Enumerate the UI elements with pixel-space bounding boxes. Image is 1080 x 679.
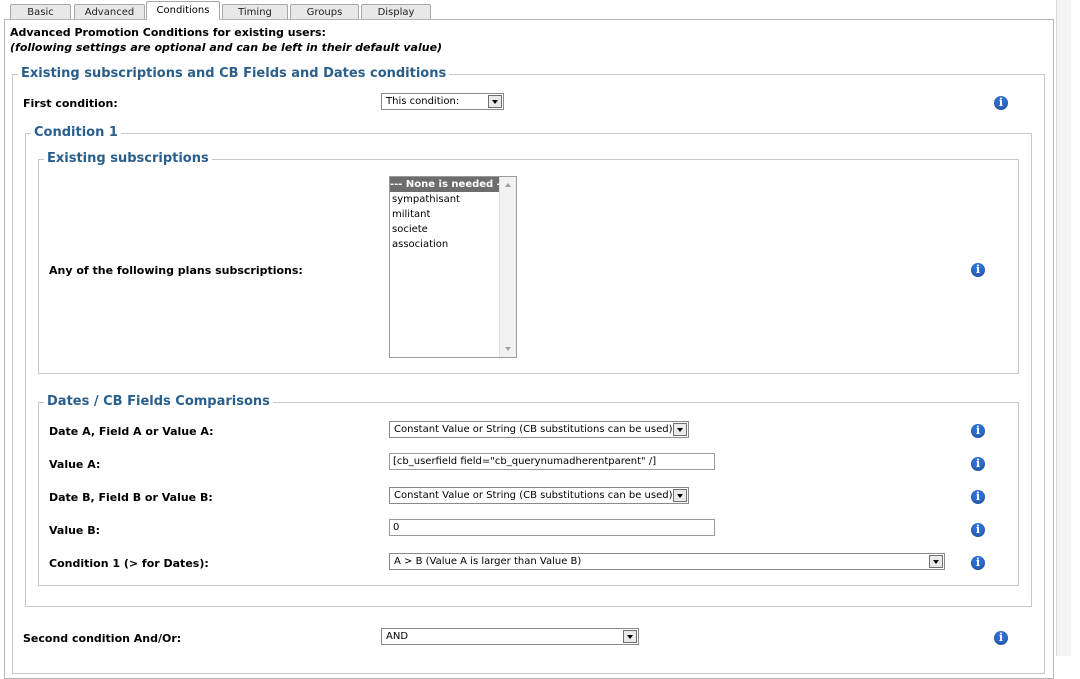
date-b-value: Constant Value or String (CB substitutio…	[394, 490, 673, 501]
info-icon[interactable]: i	[994, 96, 1008, 110]
tab-advanced[interactable]: Advanced	[74, 4, 145, 19]
value-b-input[interactable]: 0	[389, 519, 715, 536]
tab-conditions[interactable]: Conditions	[146, 1, 220, 20]
dates-comparisons-legend: Dates / CB Fields Comparisons	[44, 394, 273, 410]
second-condition-label: Second condition And/Or:	[23, 632, 182, 645]
value-a-label: Value A:	[49, 458, 101, 471]
tab-timing[interactable]: Timing	[222, 4, 288, 19]
tab-label: Basic	[27, 7, 54, 18]
value-b-label: Value B:	[49, 524, 101, 537]
info-icon[interactable]: i	[971, 490, 985, 504]
tab-label: Display	[377, 7, 415, 18]
date-a-value: Constant Value or String (CB substitutio…	[394, 424, 673, 435]
info-icon[interactable]: i	[971, 263, 985, 277]
tab-label: Advanced	[84, 7, 135, 18]
dropdown-arrow-icon[interactable]	[623, 630, 637, 643]
condition-operator-select[interactable]: A > B (Value A is larger than Value B)	[389, 553, 945, 570]
condition-operator-label: Condition 1 (> for Dates):	[49, 557, 209, 570]
list-item[interactable]: militant	[390, 207, 516, 222]
first-condition-label: First condition:	[23, 97, 118, 110]
scroll-down-arrow-icon[interactable]	[500, 345, 516, 353]
plans-subscriptions-label: Any of the following plans subscriptions…	[49, 264, 303, 277]
list-item[interactable]: societe	[390, 222, 516, 237]
date-b-label: Date B, Field B or Value B:	[49, 491, 213, 504]
list-item[interactable]: association	[390, 237, 516, 252]
intro-title: Advanced Promotion Conditions for existi…	[10, 26, 326, 39]
second-condition-value: AND	[386, 631, 409, 642]
plans-listbox[interactable]: --- None is needed --- sympathisant mili…	[389, 176, 517, 358]
tab-groups[interactable]: Groups	[290, 4, 359, 19]
tab-label: Timing	[238, 7, 272, 18]
condition-operator-value: A > B (Value A is larger than Value B)	[394, 556, 582, 567]
info-icon[interactable]: i	[971, 556, 985, 570]
existing-subscriptions-legend: Existing subscriptions	[44, 151, 212, 167]
dropdown-arrow-icon[interactable]	[673, 489, 687, 502]
date-b-select[interactable]: Constant Value or String (CB substitutio…	[389, 487, 689, 504]
info-icon[interactable]: i	[971, 457, 985, 471]
value-a-input[interactable]: [cb_userfield field="cb_querynumadherent…	[389, 453, 715, 470]
tab-basic[interactable]: Basic	[10, 4, 71, 19]
listbox-scrollbar[interactable]	[499, 177, 516, 357]
dropdown-arrow-icon[interactable]	[673, 423, 687, 436]
condition1-legend: Condition 1	[31, 125, 121, 141]
scroll-up-arrow-icon[interactable]	[500, 181, 516, 189]
info-icon[interactable]: i	[994, 631, 1008, 645]
list-item[interactable]: --- None is needed ---	[390, 177, 509, 192]
dropdown-arrow-icon[interactable]	[929, 555, 943, 568]
info-icon[interactable]: i	[971, 523, 985, 537]
page-scrollbar[interactable]	[1056, 0, 1071, 656]
value-a-text: [cb_userfield field="cb_querynumadherent…	[393, 456, 657, 467]
dropdown-arrow-icon[interactable]	[488, 95, 502, 108]
tab-display[interactable]: Display	[361, 4, 431, 19]
intro-note: (following settings are optional and can…	[10, 41, 443, 54]
conditions-legend: Existing subscriptions and CB Fields and…	[18, 66, 450, 82]
value-b-text: 0	[393, 522, 400, 533]
tab-label: Conditions	[156, 5, 210, 16]
second-condition-select[interactable]: AND	[381, 628, 639, 645]
list-item[interactable]: sympathisant	[390, 192, 516, 207]
first-condition-select[interactable]: This condition:	[381, 93, 504, 110]
tab-label: Groups	[306, 7, 343, 18]
info-icon[interactable]: i	[971, 424, 985, 438]
date-a-label: Date A, Field A or Value A:	[49, 425, 214, 438]
date-a-select[interactable]: Constant Value or String (CB substitutio…	[389, 421, 689, 438]
first-condition-value: This condition:	[386, 96, 460, 107]
